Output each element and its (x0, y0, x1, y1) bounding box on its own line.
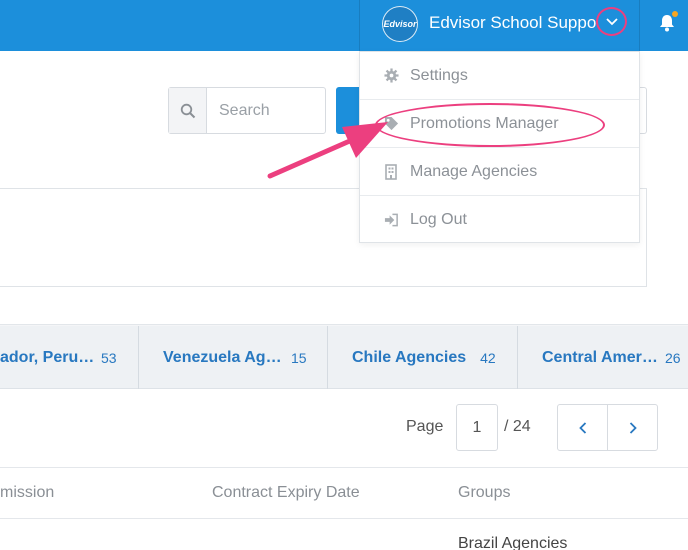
tab-group-count: 15 (291, 349, 307, 366)
tab-group-name: Chile Agencies (352, 348, 467, 366)
column-header-groups[interactable]: Groups (458, 484, 510, 502)
bell-icon (660, 15, 674, 32)
prev-page-button[interactable] (557, 404, 608, 451)
tab-group[interactable]: Chile Agencies 42 (328, 326, 518, 389)
building-icon (383, 163, 399, 180)
account-dropdown-menu: Settings Promotions Manager Manage Agenc… (359, 51, 640, 243)
row-groups-cell: Brazil Agencies (458, 535, 568, 550)
topbar-divider (639, 0, 640, 51)
menu-item-label: Settings (410, 66, 468, 84)
tab-group[interactable]: Central Americ... 26 (518, 326, 688, 389)
search-icon (180, 103, 195, 118)
next-page-button[interactable] (607, 404, 658, 451)
menu-item-settings[interactable]: Settings (360, 52, 639, 100)
search-addon (169, 88, 207, 133)
tab-group[interactable]: Venezuela Age... 15 (139, 326, 328, 389)
page-number-input[interactable]: 1 (456, 404, 498, 451)
account-avatar[interactable]: Edvisor (382, 6, 418, 42)
tab-group-name: Central Americ... (542, 348, 661, 366)
menu-item-log-out[interactable]: Log Out (360, 196, 639, 244)
tab-group-name: Venezuela Age... (163, 348, 287, 366)
pager-row: Page 1 / 24 (0, 389, 688, 467)
page-total: / 24 (504, 418, 531, 435)
highlight-circle (596, 7, 627, 36)
menu-item-label: Log Out (410, 211, 467, 228)
column-header-contract-expiry[interactable]: Contract Expiry Date (212, 484, 360, 502)
tab-group-count: 42 (480, 349, 496, 366)
column-header-commission[interactable]: mission (0, 484, 54, 502)
chevron-right-icon (629, 421, 637, 434)
search-box (168, 87, 326, 134)
tab-group[interactable]: ador, Peru, ... 53 (0, 326, 139, 389)
gear-icon (383, 68, 399, 84)
highlight-ellipse (375, 103, 605, 147)
search-input[interactable] (208, 88, 325, 133)
topbar-divider (359, 0, 360, 51)
notification-dot (672, 11, 678, 17)
chevron-left-icon (578, 421, 586, 434)
menu-item-manage-agencies[interactable]: Manage Agencies (360, 148, 639, 196)
page-label: Page (406, 418, 444, 435)
group-tabs: ador, Peru, ... 53 Venezuela Age... 15 C… (0, 326, 688, 389)
top-bar: Edvisor Edvisor School Support (0, 0, 688, 51)
tab-group-count: 53 (101, 349, 117, 366)
account-name[interactable]: Edvisor School Support (429, 13, 597, 33)
sign-out-icon (383, 212, 399, 228)
menu-item-label: Manage Agencies (410, 162, 538, 180)
avatar-logo-text: Edvisor (383, 19, 417, 29)
tab-group-count: 26 (665, 349, 681, 366)
table-header: mission Contract Expiry Date Groups (0, 467, 688, 519)
table-row[interactable]: Brazil Agencies (0, 519, 688, 550)
tab-group-name: ador, Peru, ... (0, 348, 97, 366)
